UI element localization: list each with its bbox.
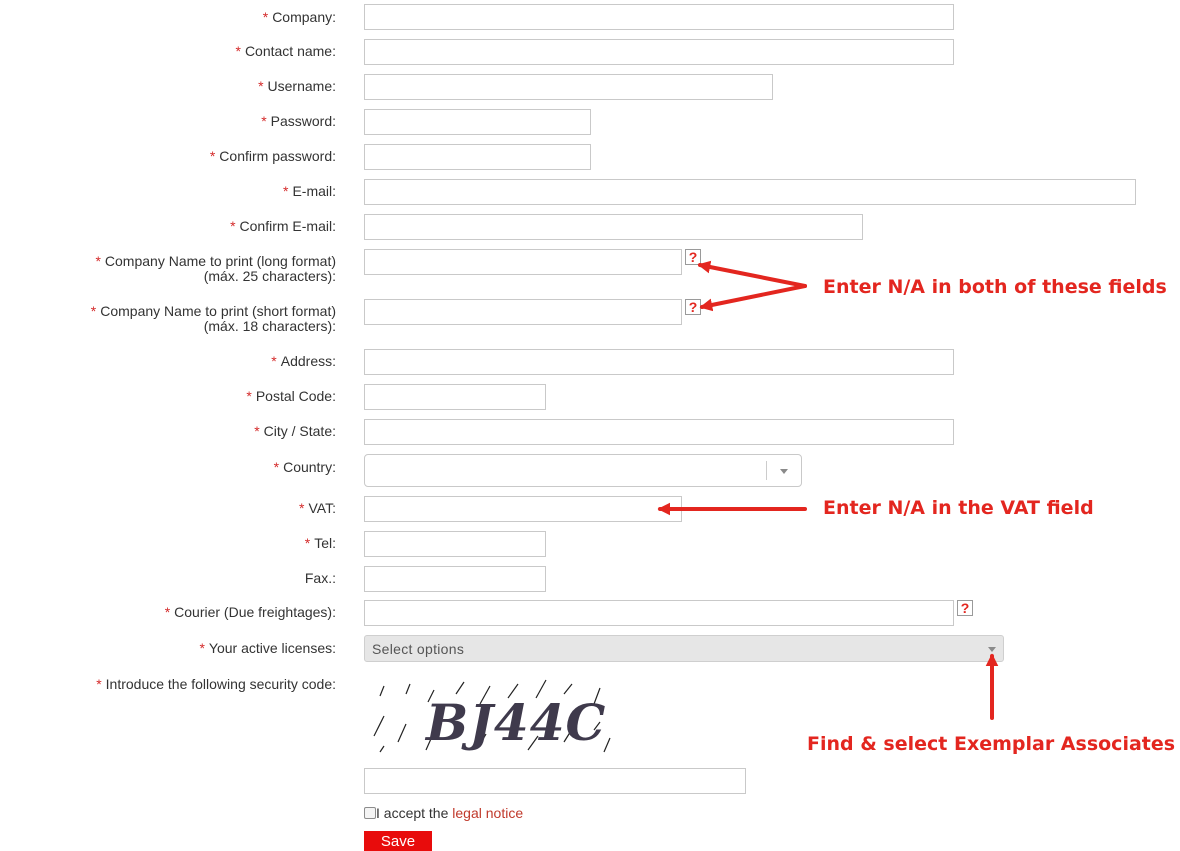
vat-note: Enter N/A in the VAT field: [823, 497, 1094, 519]
print-names-note: Enter N/A in both of these fields: [823, 276, 1167, 298]
licenses-note: Find & select Exemplar Associates: [807, 733, 1176, 755]
annotation-arrows: [657, 260, 999, 720]
arrow-to-print-long: [697, 260, 807, 288]
arrow-to-print-short: [699, 284, 807, 312]
